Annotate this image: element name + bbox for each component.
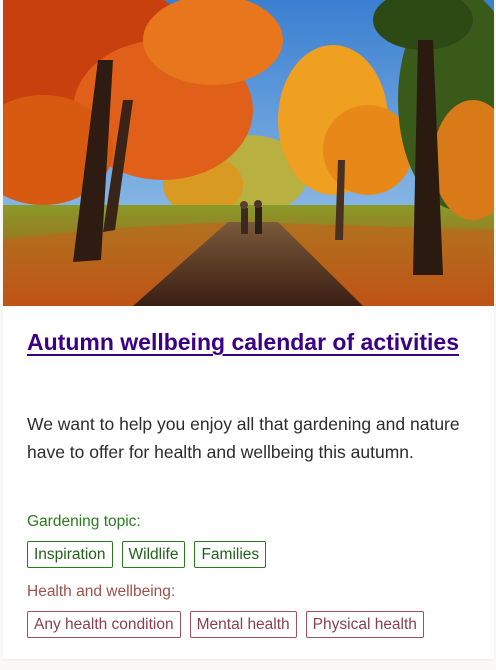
article-title[interactable]: Autumn wellbeing calendar of activities: [27, 324, 467, 360]
tag-mental-health[interactable]: Mental health: [189, 611, 297, 638]
article-image[interactable]: [3, 0, 494, 306]
tag-families[interactable]: Families: [194, 541, 267, 568]
article-card: Autumn wellbeing calendar of activities …: [3, 0, 494, 659]
tag-physical-health[interactable]: Physical health: [305, 611, 424, 638]
article-title-link[interactable]: Autumn wellbeing calendar of activities: [27, 329, 459, 355]
tag-wildlife[interactable]: Wildlife: [121, 541, 186, 568]
tag-any-health-condition[interactable]: Any health condition: [27, 611, 181, 638]
gardening-topic-tags: Inspiration Wildlife Families: [27, 541, 267, 568]
tag-inspiration[interactable]: Inspiration: [27, 541, 113, 568]
health-wellbeing-label: Health and wellbeing:: [27, 583, 176, 600]
health-wellbeing-tags: Any health condition Mental health Physi…: [27, 611, 424, 638]
article-description: We want to help you enjoy all that garde…: [27, 414, 460, 462]
gardening-topic-label: Gardening topic:: [27, 513, 141, 530]
